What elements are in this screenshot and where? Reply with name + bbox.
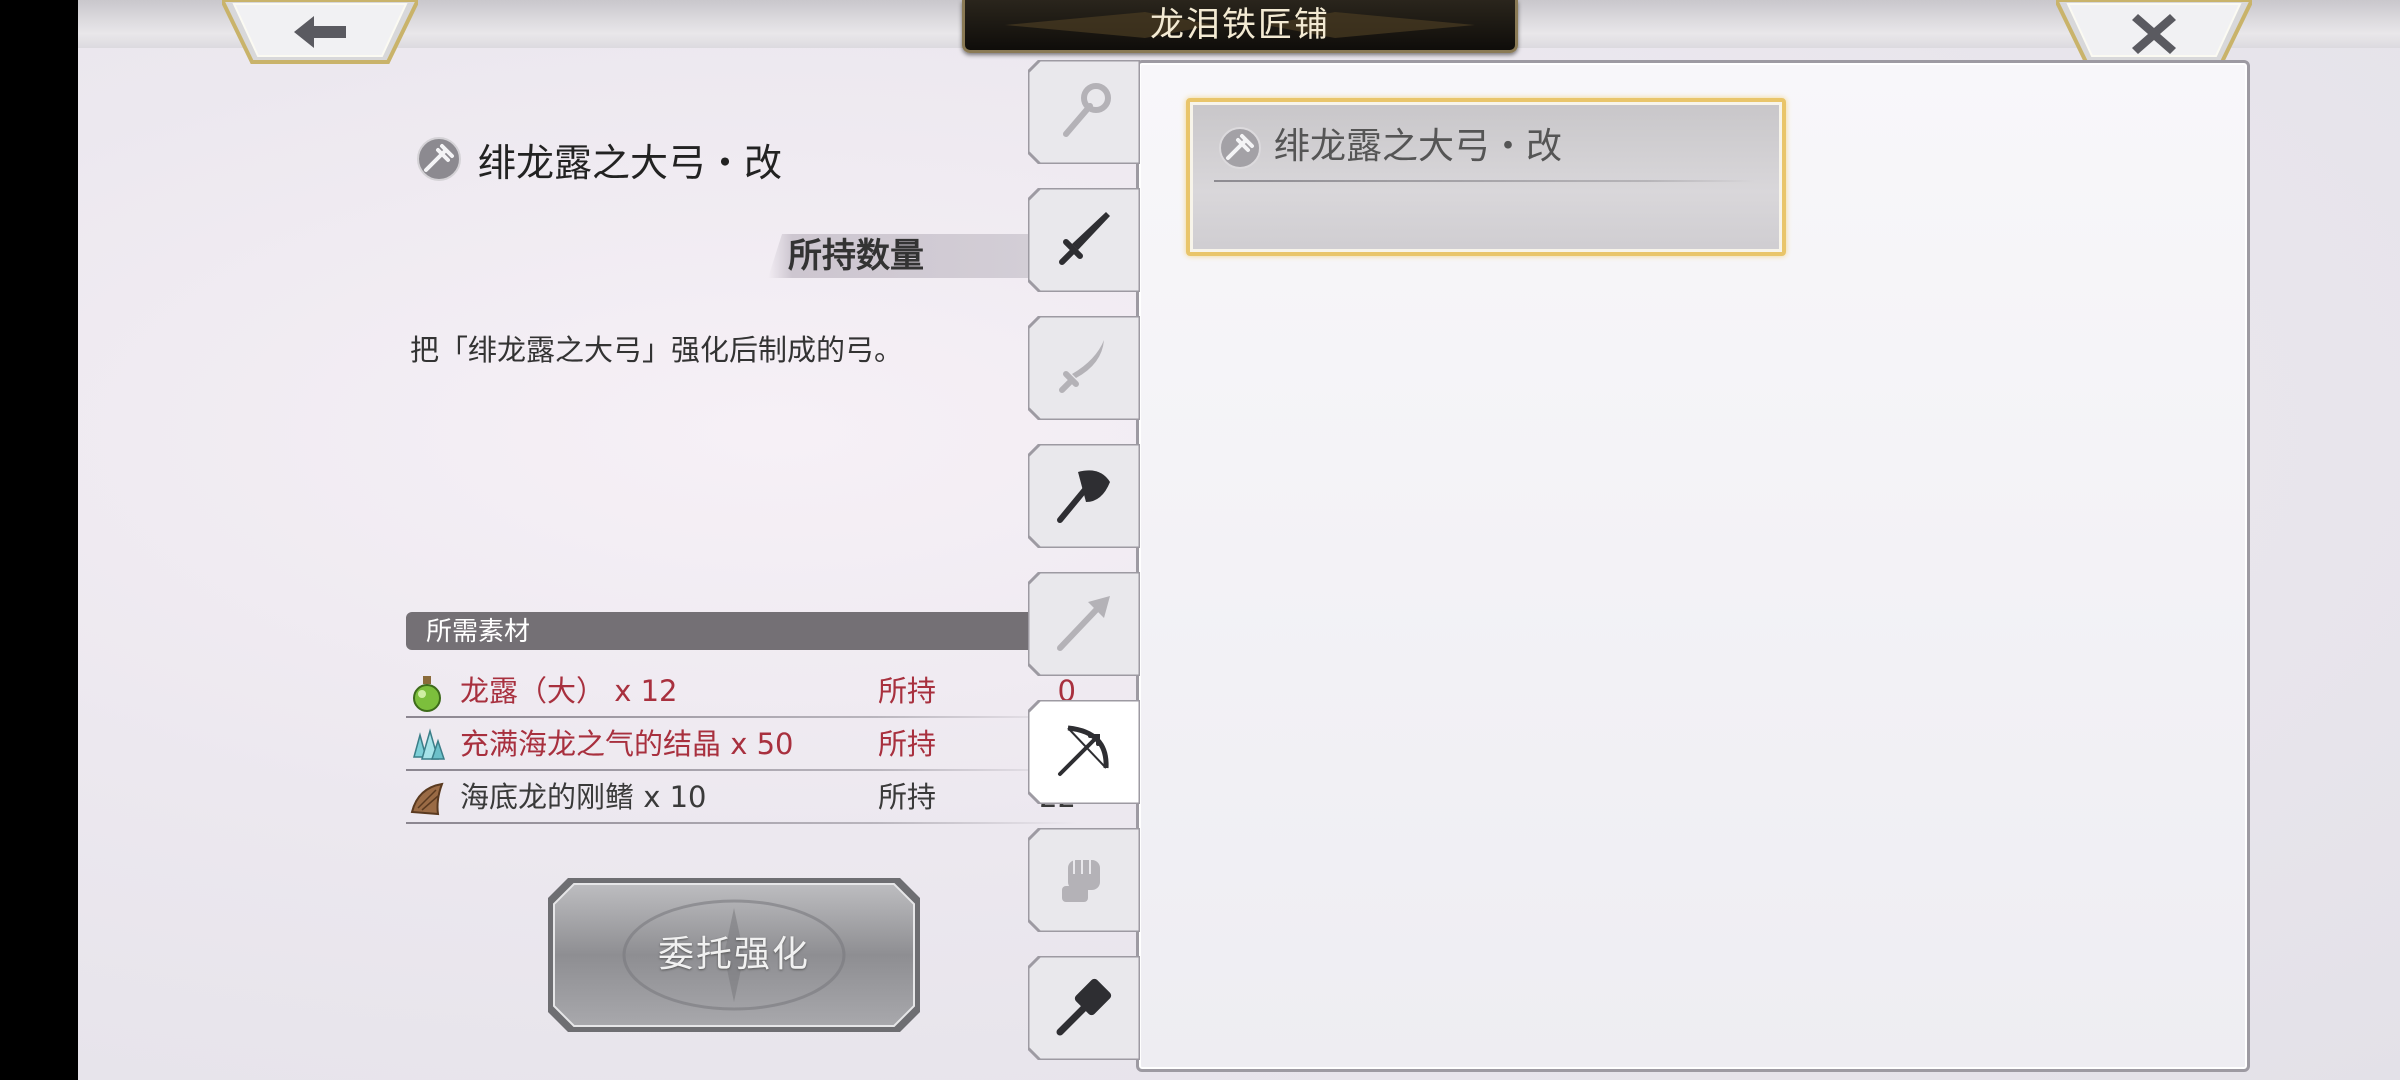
material-name: 充满海龙之气的结晶 x 50 — [460, 727, 794, 761]
materials-header: 所需素材 — [406, 612, 1078, 650]
materials-header-label: 所需素材 — [426, 617, 531, 647]
material-held-label: 所持 — [878, 727, 937, 761]
entry-divider — [1214, 180, 1754, 182]
fin-icon — [410, 782, 444, 816]
item-description: 把「绯龙露之大弓」强化后制成的弓。 — [410, 333, 904, 367]
close-icon — [2132, 14, 2176, 54]
selected-item-entry[interactable]: 绯龙露之大弓・改 — [1186, 98, 1786, 256]
owned-count-label: 所持数量 — [788, 236, 924, 276]
bow-recipe-icon — [417, 137, 461, 181]
close-button[interactable] — [2056, 0, 2252, 66]
game-screen: 龙泪铁匠铺 绯龙露之大弓・改 所持数量 0 把「绯龙露之大弓」强化后制成的弓。 … — [78, 0, 2400, 1080]
row-divider — [406, 769, 1078, 771]
item-name: 绯龙露之大弓・改 — [478, 141, 783, 185]
row-divider — [406, 716, 1078, 718]
material-row: 充满海龙之气的结晶 x 50 所持 15 — [406, 719, 1078, 771]
tab-hammer[interactable] — [1028, 956, 1140, 1060]
gauntlet-icon — [1062, 860, 1100, 902]
bow-recipe-icon — [1219, 127, 1261, 169]
tab-katana[interactable] — [1028, 316, 1140, 420]
katana-icon — [1059, 340, 1104, 393]
back-button[interactable] — [222, 0, 418, 66]
back-arrow-icon — [294, 16, 346, 48]
tab-spear[interactable] — [1028, 572, 1140, 676]
material-held-label: 所持 — [878, 780, 937, 814]
green-potion-icon — [413, 676, 441, 712]
crystal-icon — [413, 728, 446, 760]
tab-bow[interactable] — [1028, 700, 1140, 804]
commission-enhance-button[interactable]: 委托强化 — [548, 878, 920, 1032]
hammer-icon — [1056, 978, 1112, 1036]
material-name: 海底龙的刚鳍 x 10 — [460, 780, 707, 814]
tab-gauntlet[interactable] — [1028, 828, 1140, 932]
selected-item-name: 绯龙露之大弓・改 — [1274, 126, 1563, 167]
tab-staff[interactable] — [1028, 60, 1140, 164]
material-held-label: 所持 — [878, 674, 937, 708]
staff-icon — [1063, 83, 1111, 137]
axe-icon — [1057, 470, 1110, 523]
bow-icon — [1058, 725, 1109, 776]
material-row: 龙露（大） x 12 所持 0 — [406, 666, 1078, 718]
material-name: 龙露（大） x 12 — [460, 674, 678, 708]
tab-sword[interactable] — [1028, 188, 1140, 292]
sword-icon — [1059, 212, 1110, 265]
row-divider — [406, 822, 1078, 824]
title-plate: 龙泪铁匠铺 — [962, 0, 1518, 53]
tab-axe[interactable] — [1028, 444, 1140, 548]
commission-enhance-label: 委托强化 — [657, 934, 810, 975]
material-row: 海底龙的刚鳍 x 10 所持 22 — [406, 772, 1078, 824]
spear-icon — [1057, 596, 1110, 651]
page-title: 龙泪铁匠铺 — [1150, 5, 1330, 45]
